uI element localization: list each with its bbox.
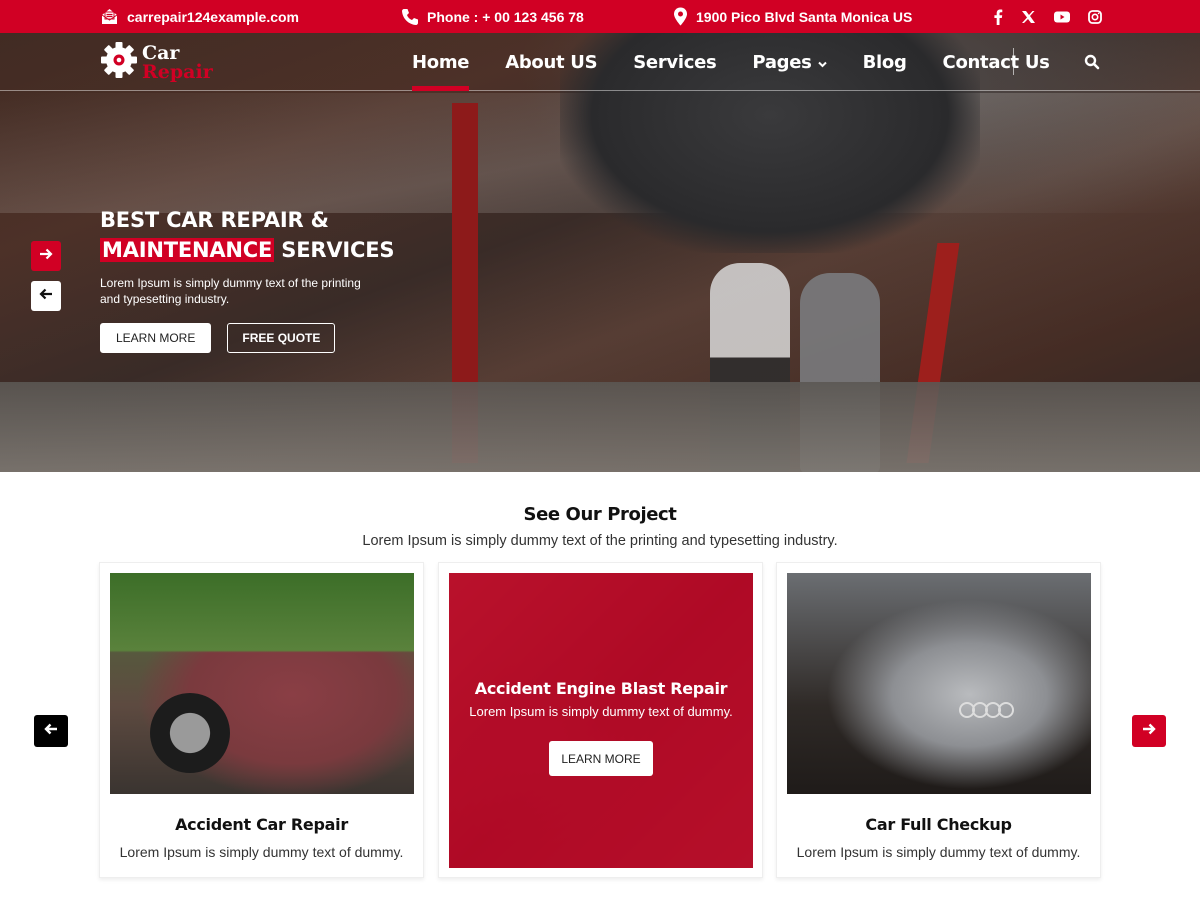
- nav-services-label: Services: [633, 51, 717, 73]
- project-card-description: Lorem Ipsum is simply dummy text of dumm…: [796, 844, 1081, 860]
- map-pin-icon: [673, 7, 688, 26]
- projects-prev-button[interactable]: [34, 715, 68, 747]
- project-card-description: Lorem Ipsum is simply dummy text of dumm…: [119, 844, 404, 860]
- arrow-left-icon: [39, 287, 53, 305]
- x-twitter-icon[interactable]: [1021, 10, 1036, 24]
- search-icon[interactable]: [1084, 54, 1100, 75]
- phone-text: Phone : + 00 123 456 78: [427, 8, 584, 25]
- nav-blog-label: Blog: [862, 51, 907, 73]
- hero-next-button[interactable]: [31, 241, 61, 271]
- project-learn-more-button[interactable]: LEARN MORE: [549, 741, 653, 776]
- nav-services[interactable]: Services: [633, 33, 716, 91]
- top-info-bar: carrepair124example.com Phone : + 00 123…: [0, 0, 1200, 33]
- facebook-icon[interactable]: [993, 9, 1003, 25]
- projects-next-button[interactable]: [1132, 715, 1166, 747]
- project-card-featured[interactable]: Accident Engine Blast Repair Lorem Ipsum…: [438, 562, 763, 878]
- chevron-down-icon: [817, 52, 827, 73]
- arrow-right-icon: [1142, 722, 1156, 740]
- nav-about-us[interactable]: About US: [505, 33, 597, 91]
- project-card-title: Accident Engine Blast Repair: [474, 679, 728, 698]
- nav-home[interactable]: Home: [412, 33, 470, 91]
- hero-title-line1: BEST CAR REPAIR &: [100, 208, 329, 232]
- instagram-icon[interactable]: [1088, 9, 1102, 24]
- project-card[interactable]: Car Full Checkup Lorem Ipsum is simply d…: [776, 562, 1101, 878]
- audi-rings-graphic: [959, 702, 1014, 718]
- arrow-right-icon: [39, 247, 53, 265]
- hero-buttons: LEARN MORE FREE QUOTE: [100, 323, 394, 353]
- wheel-graphic: [150, 693, 230, 773]
- logo-text-repair: Repair: [142, 60, 213, 83]
- nav-about-us-label: About US: [505, 51, 598, 73]
- logo-text: Car Repair: [142, 41, 213, 83]
- nav-pages-label: Pages: [752, 51, 812, 73]
- projects-title: See Our Project: [523, 504, 677, 525]
- email-contact[interactable]: carrepair124example.com: [100, 0, 299, 33]
- project-image-engine: Accident Engine Blast Repair Lorem Ipsum…: [449, 573, 753, 868]
- nav-pages[interactable]: Pages: [752, 33, 827, 91]
- gear-icon: [100, 41, 138, 84]
- free-quote-button[interactable]: FREE QUOTE: [227, 323, 336, 353]
- main-menu: Home About US Services Pages Blog Contac…: [412, 33, 1086, 91]
- project-card-title: Car Full Checkup: [865, 815, 1012, 834]
- project-card-overlay: Accident Engine Blast Repair Lorem Ipsum…: [449, 573, 753, 868]
- site-logo[interactable]: Car Repair: [100, 41, 213, 84]
- youtube-icon[interactable]: [1054, 11, 1070, 23]
- phone-contact[interactable]: Phone : + 00 123 456 78: [401, 0, 584, 33]
- address-contact: 1900 Pico Blvd Santa Monica US: [673, 0, 912, 33]
- email-text: carrepair124example.com: [127, 8, 299, 25]
- hero-title-highlight: MAINTENANCE: [100, 238, 275, 262]
- nav-contact-us[interactable]: Contact Us: [943, 33, 1050, 91]
- hero-background-floor: [0, 382, 1200, 472]
- nav-contact-us-label: Contact Us: [942, 51, 1050, 73]
- project-card-title: Accident Car Repair: [175, 815, 348, 834]
- nav-home-label: Home: [412, 51, 470, 73]
- project-card[interactable]: Accident Car Repair Lorem Ipsum is simpl…: [99, 562, 424, 878]
- nav-blog[interactable]: Blog: [863, 33, 907, 91]
- hero-content: BEST CAR REPAIR & MAINTENANCE SERVICES L…: [100, 205, 394, 353]
- arrow-left-icon: [44, 722, 58, 740]
- main-navbar: Car Repair Home About US Services Pages …: [0, 33, 1200, 91]
- hero-title: BEST CAR REPAIR & MAINTENANCE SERVICES: [100, 205, 394, 265]
- projects-subtitle: Lorem Ipsum is simply dummy text of the …: [362, 533, 838, 549]
- address-text: 1900 Pico Blvd Santa Monica US: [696, 8, 913, 25]
- phone-icon: [401, 8, 419, 26]
- envelope-icon: [100, 8, 119, 25]
- project-image-car-checkup: [787, 573, 1091, 794]
- logo-text-car: Car: [142, 41, 180, 64]
- learn-more-button[interactable]: LEARN MORE: [100, 323, 212, 353]
- nav-divider: [1013, 48, 1014, 75]
- social-links: [993, 0, 1102, 33]
- hero-description: Lorem Ipsum is simply dummy text of the …: [100, 276, 361, 306]
- hero-prev-button[interactable]: [31, 281, 61, 311]
- project-card-description: Lorem Ipsum is simply dummy text of dumm…: [469, 704, 733, 719]
- hero-title-rest: SERVICES: [281, 238, 395, 262]
- project-image-accident-car: [110, 573, 414, 794]
